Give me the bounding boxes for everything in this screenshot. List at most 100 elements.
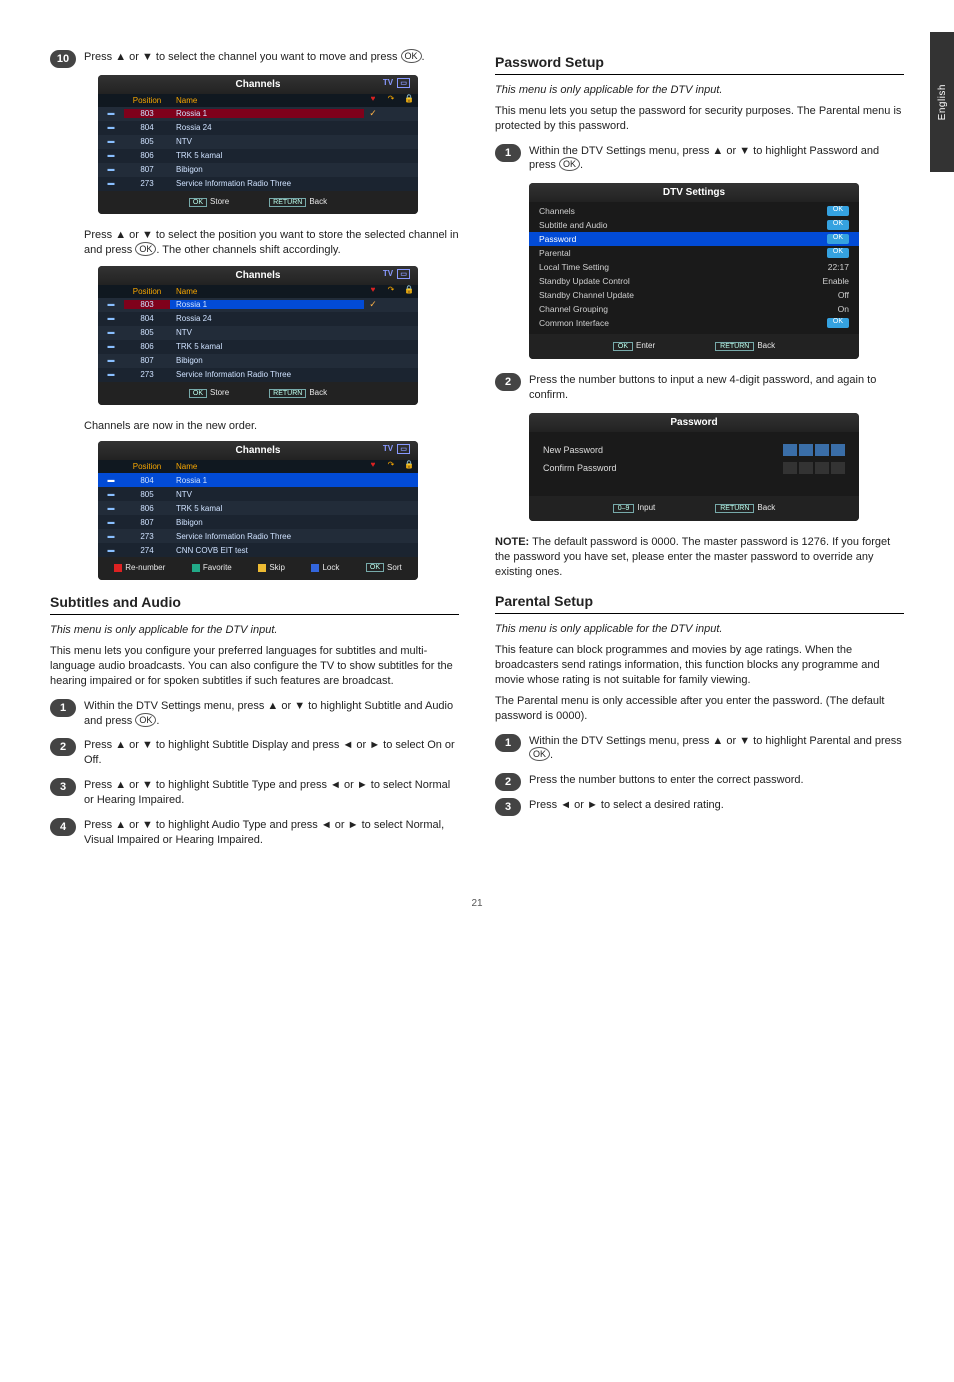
menu-row[interactable]: Channel GroupingOn: [529, 302, 859, 316]
step-10-text: Press ▲ or ▼ to select the channel you w…: [84, 50, 459, 65]
channel-row[interactable]: ▬804Rossia 1: [98, 473, 418, 487]
right-icon: ►: [357, 779, 368, 791]
step-number: 1: [495, 144, 521, 162]
step-number-10: 10: [50, 50, 76, 68]
channel-row[interactable]: ▬806TRK 5 kamal: [98, 149, 418, 163]
tv-icon: ▭: [397, 269, 410, 279]
step-10: 10 Press ▲ or ▼ to select the channel yo…: [50, 50, 459, 65]
channel-row[interactable]: ▬806TRK 5 kamal: [98, 501, 418, 515]
ok-icon: OK: [559, 157, 580, 171]
channel-row[interactable]: ▬805NTV: [98, 487, 418, 501]
section-sub: This menu is only applicable for the DTV…: [495, 83, 904, 98]
return-key: RETURN: [269, 198, 306, 207]
page-number: 21: [50, 898, 904, 909]
osd-dtv-settings: DTV Settings ChannelsOK Subtitle and Aud…: [529, 183, 859, 359]
down-icon: ▼: [739, 735, 750, 747]
menu-row[interactable]: Local Time Setting22:17: [529, 260, 859, 274]
right-column: Password Setup This menu is only applica…: [495, 40, 904, 858]
channel-row[interactable]: ▬273Service Information Radio Three: [98, 529, 418, 543]
channel-row[interactable]: ▬804Rossia 24: [98, 312, 418, 326]
left-icon: ◄: [330, 779, 341, 791]
green-key-icon: [192, 564, 200, 572]
step-2: 2 Press the number buttons to enter the …: [495, 773, 904, 788]
menu-row[interactable]: Subtitle and AudioOK: [529, 218, 859, 232]
section-para: This feature can block programmes and mo…: [495, 643, 904, 688]
step-4: 4 Press ▲ or ▼ to highlight Audio Type a…: [50, 818, 459, 848]
right-icon: ►: [348, 819, 359, 831]
lock-icon: 🔒: [400, 94, 418, 107]
right-icon: ►: [369, 739, 380, 751]
channel-row[interactable]: ▬805NTV: [98, 135, 418, 149]
heart-icon: ♥: [364, 460, 382, 473]
osd-title: Password: [529, 413, 859, 432]
up-icon: ▲: [115, 779, 126, 791]
down-icon: ▼: [142, 229, 153, 241]
channel-row[interactable]: ▬803Rossia 1✓: [98, 298, 418, 312]
channel-row[interactable]: ▬274CNN COVB EIT test: [98, 543, 418, 557]
channel-row[interactable]: ▬806TRK 5 kamal: [98, 340, 418, 354]
channel-row[interactable]: ▬807Bibigon: [98, 515, 418, 529]
up-icon: ▲: [712, 735, 723, 747]
channel-row[interactable]: ▬807Bibigon: [98, 163, 418, 177]
up-icon: ▲: [115, 51, 126, 63]
section-para: This menu lets you configure your prefer…: [50, 644, 459, 689]
check-icon: ✓: [364, 108, 382, 119]
osd-title: DTV Settings: [529, 183, 859, 202]
down-icon: ▼: [142, 51, 153, 63]
col-name: Name: [170, 94, 364, 107]
side-tab-label: English: [937, 84, 948, 120]
skip-icon: ↷: [382, 94, 400, 107]
ok-icon: OK: [135, 242, 156, 256]
channel-row[interactable]: ▬807Bibigon: [98, 354, 418, 368]
up-icon: ▲: [115, 739, 126, 751]
channel-row[interactable]: ▬273Service Information Radio Three: [98, 368, 418, 382]
step-number: 2: [495, 773, 521, 791]
section-password-setup: Password Setup: [495, 54, 904, 75]
section-para: The Parental menu is only accessible aft…: [495, 694, 904, 724]
col-position: Position: [124, 94, 170, 107]
tv-icon: ▭: [397, 78, 410, 88]
up-icon: ▲: [115, 819, 126, 831]
menu-row[interactable]: Standby Channel UpdateOff: [529, 288, 859, 302]
osd-channels-2: ChannelsTV ▭ Position Name ♥ ↷ 🔒 ▬803Ros…: [98, 266, 418, 405]
down-icon: ▼: [142, 779, 153, 791]
menu-row[interactable]: Standby Update ControlEnable: [529, 274, 859, 288]
menu-row[interactable]: ParentalOK: [529, 246, 859, 260]
step-number: 1: [50, 699, 76, 717]
tv-icon: ▭: [397, 444, 410, 454]
password-note: NOTE: The default password is 0000. The …: [495, 535, 904, 580]
skip-icon: ↷: [382, 285, 400, 298]
ok-icon: OK: [529, 747, 550, 761]
red-key-icon: [114, 564, 122, 572]
up-icon: ▲: [712, 145, 723, 157]
menu-row-selected[interactable]: PasswordOK: [529, 232, 859, 246]
password-row-confirm[interactable]: Confirm Password: [543, 462, 845, 474]
step-number: 4: [50, 818, 76, 836]
step-10c-text: Channels are now in the new order.: [50, 419, 459, 434]
section-sub: This menu is only applicable for the DTV…: [495, 622, 904, 637]
step-number: 1: [495, 734, 521, 752]
menu-row[interactable]: ChannelsOK: [529, 204, 859, 218]
step-1: 1 Within the DTV Settings menu, press ▲ …: [495, 734, 904, 764]
section-subtitles-audio: Subtitles and Audio: [50, 594, 459, 615]
osd-password: Password New Password Confirm Password 0…: [529, 413, 859, 521]
channel-row[interactable]: ▬804Rossia 24: [98, 121, 418, 135]
section-para: This menu lets you setup the password fo…: [495, 104, 904, 134]
blue-key-icon: [311, 564, 319, 572]
lock-icon: 🔒: [400, 285, 418, 298]
ok-icon: OK: [135, 713, 156, 727]
channel-row[interactable]: ▬803Rossia 1✓: [98, 107, 418, 121]
channel-row[interactable]: ▬273Service Information Radio Three: [98, 177, 418, 191]
step-3: 3 Press ▲ or ▼ to highlight Subtitle Typ…: [50, 778, 459, 808]
up-icon: ▲: [267, 700, 278, 712]
left-column: 10 Press ▲ or ▼ to select the channel yo…: [50, 40, 459, 858]
password-row-new[interactable]: New Password: [543, 444, 845, 456]
ok-icon: OK: [401, 49, 422, 63]
menu-row[interactable]: Common InterfaceOK: [529, 316, 859, 330]
step-number: 2: [495, 373, 521, 391]
lock-icon: 🔒: [400, 460, 418, 473]
channel-row[interactable]: ▬805NTV: [98, 326, 418, 340]
left-icon: ◄: [321, 819, 332, 831]
left-icon: ◄: [560, 799, 571, 811]
side-tab: English: [930, 32, 954, 172]
